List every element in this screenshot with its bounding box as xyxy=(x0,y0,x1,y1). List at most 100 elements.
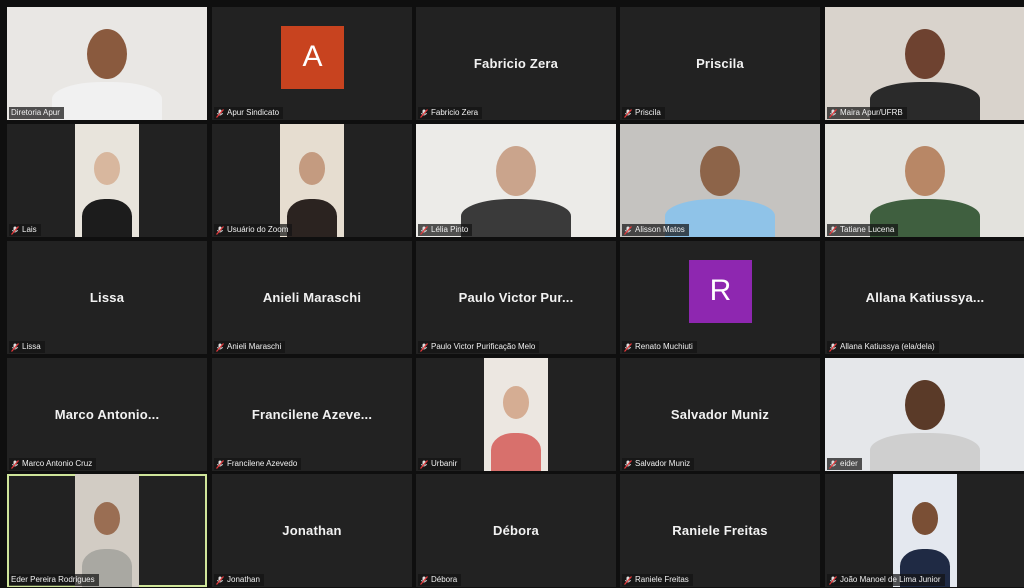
participant-tile[interactable]: eider xyxy=(825,358,1024,471)
participant-name-label: Francilene Azevedo xyxy=(214,458,302,470)
participant-name-label: Jonathan xyxy=(214,574,264,586)
participant-tile[interactable]: Priscila Priscila xyxy=(620,7,820,120)
participant-name: Anieli Maraschi xyxy=(227,342,282,351)
participant-name: Diretoria Apur xyxy=(11,108,60,117)
participant-tile[interactable]: Tatiane Lucena xyxy=(825,124,1024,237)
participant-video xyxy=(416,124,616,237)
participant-tile[interactable]: Lissa Lissa xyxy=(7,241,207,354)
participant-name-label: Tatiane Lucena xyxy=(827,224,899,236)
participant-name: Jonathan xyxy=(227,575,260,584)
participant-avatar: R xyxy=(689,259,752,323)
muted-mic-icon xyxy=(420,575,428,585)
participant-video xyxy=(825,7,1024,120)
participant-name: Débora xyxy=(431,575,458,584)
person-face xyxy=(94,502,120,535)
participant-tile[interactable]: Lélia Pinto xyxy=(416,124,616,237)
participant-name: Marco Antonio Cruz xyxy=(22,459,93,468)
participant-name: Francilene Azevedo xyxy=(227,459,298,468)
participant-name: Maira Apur/UFRB xyxy=(840,108,903,117)
participant-tile[interactable]: Anieli Maraschi Anieli Maraschi xyxy=(212,241,412,354)
participant-name-label: Renato Muchiuti xyxy=(622,341,697,353)
participant-name-label: Lais xyxy=(9,224,41,236)
participant-name-label: Diretoria Apur xyxy=(9,107,64,119)
person-face xyxy=(299,152,325,185)
participant-display-name: Salvador Muniz xyxy=(670,407,770,422)
participant-name-label: Anieli Maraschi xyxy=(214,341,286,353)
participant-display-name: Fabricio Zera xyxy=(473,56,559,71)
participant-tile[interactable]: Urbanir xyxy=(416,358,616,471)
participant-name-label: eider xyxy=(827,458,862,470)
participant-name-label: Paulo Victor Purificação Melo xyxy=(418,341,540,353)
participant-display-name: Priscila xyxy=(696,56,744,71)
participant-name-label: Salvador Muniz xyxy=(622,458,695,470)
participant-video xyxy=(7,7,207,120)
participant-video xyxy=(75,124,139,237)
muted-mic-icon xyxy=(829,225,837,235)
participant-display-name: Raniele Freitas xyxy=(672,523,768,538)
participant-name: Lélia Pinto xyxy=(431,225,469,234)
participant-tile[interactable]: Fabricio Zera Fabricio Zera xyxy=(416,7,616,120)
participant-tile[interactable]: A Apur Sindicato xyxy=(212,7,412,120)
participant-name: Alisson Matos xyxy=(635,225,685,234)
participant-tile[interactable]: Usuário do Zoom xyxy=(212,124,412,237)
participant-display-name: Francilene Azeve... xyxy=(251,407,373,422)
person-face xyxy=(905,29,945,79)
participant-tile[interactable]: Raniele Freitas Raniele Freitas xyxy=(620,474,820,587)
person-face xyxy=(87,29,127,79)
participant-display-name: Allana Katiussya... xyxy=(865,290,985,305)
participant-tile[interactable]: Diretoria Apur xyxy=(7,7,207,120)
person-face xyxy=(905,146,945,196)
participant-name-label: Lissa xyxy=(9,341,45,353)
muted-mic-icon xyxy=(216,225,224,235)
participant-video xyxy=(620,124,820,237)
participant-name: Allana Katiussya (ela/dela) xyxy=(840,342,935,351)
muted-mic-icon xyxy=(216,575,224,585)
participant-tile[interactable]: Lais xyxy=(7,124,207,237)
participant-tile[interactable]: R Renato Muchiuti xyxy=(620,241,820,354)
muted-mic-icon xyxy=(11,225,19,235)
participant-name: Paulo Victor Purificação Melo xyxy=(431,342,536,351)
muted-mic-icon xyxy=(216,459,224,469)
participant-video xyxy=(280,124,344,237)
participant-name-label: Maira Apur/UFRB xyxy=(827,107,907,119)
person-face xyxy=(700,146,740,196)
person-face xyxy=(912,502,938,535)
participant-name-label: Priscila xyxy=(622,107,665,119)
person-face xyxy=(94,152,120,185)
participant-name-label: Fabricio Zera xyxy=(418,107,483,119)
participant-avatar: A xyxy=(281,25,344,89)
muted-mic-icon xyxy=(216,108,224,118)
participant-name-label: Urbanir xyxy=(418,458,462,470)
participant-video xyxy=(75,474,139,587)
participant-display-name: Lissa xyxy=(89,290,125,305)
participant-tile[interactable]: Débora Débora xyxy=(416,474,616,587)
participant-name-label: Allana Katiussya (ela/dela) xyxy=(827,341,939,353)
muted-mic-icon xyxy=(420,459,428,469)
participant-name: Tatiane Lucena xyxy=(840,225,895,234)
person-body xyxy=(461,199,571,237)
participant-tile[interactable]: Paulo Victor Pur... Paulo Victor Purifica… xyxy=(416,241,616,354)
participant-name-label: Débora xyxy=(418,574,462,586)
participant-tile[interactable]: Jonathan Jonathan xyxy=(212,474,412,587)
participant-display-name: Débora xyxy=(493,523,539,538)
participant-tile[interactable]: Allana Katiussya... Allana Katiussya (ela… xyxy=(825,241,1024,354)
participant-name: Usuário do Zoom xyxy=(227,225,289,234)
participant-tile[interactable]: João Manoel de Lima Junior xyxy=(825,474,1024,587)
participant-tile[interactable]: Eder Pereira Rodrigues xyxy=(7,474,207,587)
participant-name: João Manoel de Lima Junior xyxy=(840,575,941,584)
participant-tile[interactable]: Salvador Muniz Salvador Muniz xyxy=(620,358,820,471)
participant-name: Urbanir xyxy=(431,459,458,468)
muted-mic-icon xyxy=(420,342,428,352)
participant-name-label: Eder Pereira Rodrigues xyxy=(9,574,99,586)
gallery-grid: Diretoria Apur A Apur Sindicato Fabricio Ze… xyxy=(0,0,1024,588)
participant-tile[interactable]: Maira Apur/UFRB xyxy=(825,7,1024,120)
muted-mic-icon xyxy=(420,225,428,235)
muted-mic-icon xyxy=(624,459,632,469)
participant-tile[interactable]: Marco Antonio... Marco Antonio Cruz xyxy=(7,358,207,471)
participant-tile[interactable]: Francilene Azeve... Francilene Azevedo xyxy=(212,358,412,471)
muted-mic-icon xyxy=(11,342,19,352)
participant-tile[interactable]: Alisson Matos xyxy=(620,124,820,237)
participant-display-name: Anieli Maraschi xyxy=(262,290,362,305)
person-face xyxy=(905,380,945,430)
person-face xyxy=(503,386,529,419)
